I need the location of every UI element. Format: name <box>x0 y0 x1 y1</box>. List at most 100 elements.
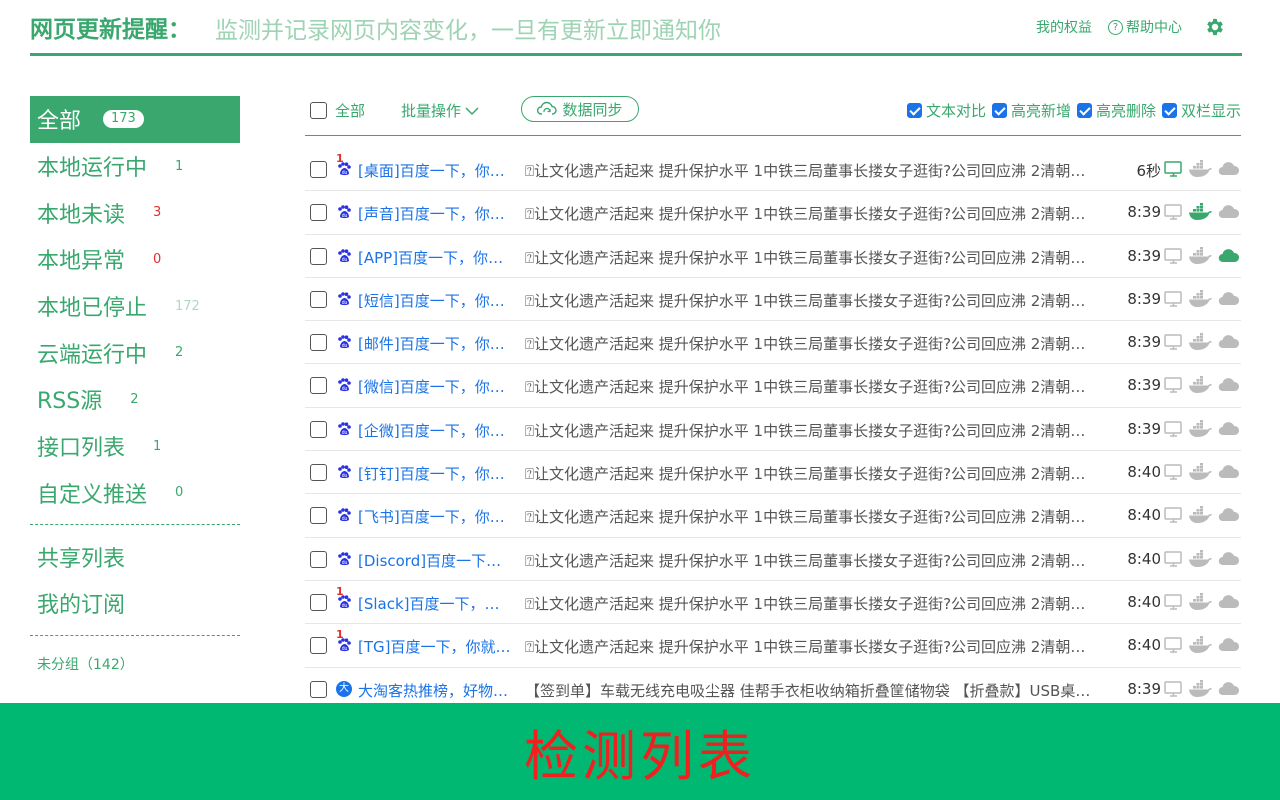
docker-icon[interactable] <box>1188 376 1214 394</box>
row-checkbox[interactable] <box>310 464 327 481</box>
sidebar-item-local-running[interactable]: 本地运行中 1 <box>30 143 240 190</box>
sidebar-item-cloud-running[interactable]: 云端运行中 2 <box>30 329 240 376</box>
list-item[interactable]: du [短信]百度一下，你就知道 ⍰让文化遗产活起来 提升保护水平 1中铁三局董… <box>305 278 1241 321</box>
monitor-icon[interactable] <box>1163 160 1185 178</box>
docker-icon[interactable] <box>1188 247 1214 265</box>
row-title[interactable]: [钉钉]百度一下，你就知道 <box>358 463 512 484</box>
cloud-icon[interactable] <box>1217 420 1241 438</box>
two-column-checkbox[interactable] <box>1162 103 1177 118</box>
docker-icon[interactable] <box>1188 463 1214 481</box>
option-highlight-removed[interactable]: 高亮删除 <box>1077 100 1156 121</box>
monitor-icon[interactable] <box>1163 203 1185 221</box>
sidebar-item-rss[interactable]: RSS源 2 <box>30 376 240 423</box>
row-checkbox[interactable] <box>310 637 327 654</box>
row-title[interactable]: [TG]百度一下，你就知道 <box>358 636 512 657</box>
cloud-icon[interactable] <box>1217 333 1241 351</box>
docker-icon[interactable] <box>1188 160 1214 178</box>
monitor-icon[interactable] <box>1163 333 1185 351</box>
text-compare-checkbox[interactable] <box>907 103 922 118</box>
row-title[interactable]: [APP]百度一下，你就知道 <box>358 247 512 268</box>
row-checkbox[interactable] <box>310 681 327 698</box>
row-checkbox[interactable] <box>310 161 327 178</box>
monitor-icon[interactable] <box>1163 247 1185 265</box>
sidebar-group-ungrouped[interactable]: 未分组（142） <box>30 644 240 684</box>
monitor-icon[interactable] <box>1163 550 1185 568</box>
list-item[interactable]: du [邮件]百度一下，你就知道 ⍰让文化遗产活起来 提升保护水平 1中铁三局董… <box>305 321 1241 364</box>
gear-icon[interactable] <box>1204 16 1226 38</box>
sidebar-item-local-unread[interactable]: 本地未读 3 <box>30 189 240 236</box>
row-title[interactable]: [邮件]百度一下，你就知道 <box>358 333 512 354</box>
sidebar-item-custom-push[interactable]: 自定义推送 0 <box>30 470 240 517</box>
list-item[interactable]: du 1 [TG]百度一下，你就知道 ⍰让文化遗产活起来 提升保护水平 1中铁三… <box>305 624 1241 667</box>
docker-icon[interactable] <box>1188 203 1214 221</box>
sidebar-item-shared-list[interactable]: 共享列表 <box>30 533 240 580</box>
monitor-icon[interactable] <box>1163 636 1185 654</box>
row-title[interactable]: [声音]百度一下，你就知道 <box>358 203 512 224</box>
row-checkbox[interactable] <box>310 421 327 438</box>
row-checkbox[interactable] <box>310 551 327 568</box>
option-highlight-added[interactable]: 高亮新增 <box>992 100 1071 121</box>
list-item[interactable]: du [APP]百度一下，你就知道 ⍰让文化遗产活起来 提升保护水平 1中铁三局… <box>305 235 1241 278</box>
cloud-icon[interactable] <box>1217 160 1241 178</box>
row-checkbox[interactable] <box>310 594 327 611</box>
row-checkbox[interactable] <box>310 377 327 394</box>
monitor-icon[interactable] <box>1163 420 1185 438</box>
cloud-icon[interactable] <box>1217 680 1241 698</box>
option-two-column[interactable]: 双栏显示 <box>1162 100 1241 121</box>
data-sync-button[interactable]: 数据同步 <box>521 96 639 122</box>
monitor-icon[interactable] <box>1163 506 1185 524</box>
docker-icon[interactable] <box>1188 420 1214 438</box>
help-center-link[interactable]: ? 帮助中心 <box>1108 17 1182 37</box>
docker-icon[interactable] <box>1188 506 1214 524</box>
list-item[interactable]: du [声音]百度一下，你就知道 ⍰让文化遗产活起来 提升保护水平 1中铁三局董… <box>305 191 1241 234</box>
list-item[interactable]: du [微信]百度一下，你就知道 ⍰让文化遗产活起来 提升保护水平 1中铁三局董… <box>305 364 1241 407</box>
row-title[interactable]: [Slack]百度一下，你就知道 <box>358 593 512 614</box>
row-title[interactable]: 大淘客热推榜，好物推荐 <box>358 680 512 701</box>
docker-icon[interactable] <box>1188 636 1214 654</box>
row-title[interactable]: [短信]百度一下，你就知道 <box>358 290 512 311</box>
cloud-icon[interactable] <box>1217 203 1241 221</box>
list-item[interactable]: du 1 [桌面]百度一下，你就知道 ⍰让文化遗产活起来 提升保护水平 1中铁三… <box>305 148 1241 191</box>
cloud-icon[interactable] <box>1217 376 1241 394</box>
row-title[interactable]: [企微]百度一下，你就知道 <box>358 420 512 441</box>
row-checkbox[interactable] <box>310 248 327 265</box>
row-title[interactable]: [飞书]百度一下，你就知道 <box>358 506 512 527</box>
select-all[interactable]: 全部 <box>310 100 365 121</box>
cloud-icon[interactable] <box>1217 290 1241 308</box>
monitor-icon[interactable] <box>1163 463 1185 481</box>
rights-link[interactable]: 我的权益 <box>1036 17 1092 37</box>
highlight-removed-checkbox[interactable] <box>1077 103 1092 118</box>
cloud-icon[interactable] <box>1217 506 1241 524</box>
list-item[interactable]: du [飞书]百度一下，你就知道 ⍰让文化遗产活起来 提升保护水平 1中铁三局董… <box>305 494 1241 537</box>
row-checkbox[interactable] <box>310 291 327 308</box>
row-checkbox[interactable] <box>310 507 327 524</box>
highlight-added-checkbox[interactable] <box>992 103 1007 118</box>
monitor-icon[interactable] <box>1163 593 1185 611</box>
monitor-icon[interactable] <box>1163 290 1185 308</box>
sidebar-item-my-subscriptions[interactable]: 我的订阅 <box>30 580 240 627</box>
sidebar-item-api-list[interactable]: 接口列表 1 <box>30 423 240 470</box>
monitor-icon[interactable] <box>1163 376 1185 394</box>
row-checkbox[interactable] <box>310 204 327 221</box>
batch-actions-dropdown[interactable]: 批量操作 <box>401 100 479 121</box>
monitor-icon[interactable] <box>1163 680 1185 698</box>
list-item[interactable]: du [企微]百度一下，你就知道 ⍰让文化遗产活起来 提升保护水平 1中铁三局董… <box>305 408 1241 451</box>
docker-icon[interactable] <box>1188 550 1214 568</box>
list-item[interactable]: du [Discord]百度一下，你就知道 ⍰让文化遗产活起来 提升保护水平 1… <box>305 538 1241 581</box>
list-item[interactable]: du 1 [Slack]百度一下，你就知道 ⍰让文化遗产活起来 提升保护水平 1… <box>305 581 1241 624</box>
select-all-checkbox[interactable] <box>310 102 327 119</box>
cloud-icon[interactable] <box>1217 636 1241 654</box>
cloud-icon[interactable] <box>1217 247 1241 265</box>
cloud-icon[interactable] <box>1217 550 1241 568</box>
sidebar-item-all[interactable]: 全部 173 <box>30 96 240 143</box>
sidebar-item-local-stopped[interactable]: 本地已停止 172 <box>30 283 240 330</box>
cloud-icon[interactable] <box>1217 463 1241 481</box>
row-title[interactable]: [Discord]百度一下，你就知道 <box>358 550 512 571</box>
list-item[interactable]: du [钉钉]百度一下，你就知道 ⍰让文化遗产活起来 提升保护水平 1中铁三局董… <box>305 451 1241 494</box>
docker-icon[interactable] <box>1188 290 1214 308</box>
row-title[interactable]: [微信]百度一下，你就知道 <box>358 376 512 397</box>
docker-icon[interactable] <box>1188 680 1214 698</box>
option-text-compare[interactable]: 文本对比 <box>907 100 986 121</box>
row-checkbox[interactable] <box>310 334 327 351</box>
row-title[interactable]: [桌面]百度一下，你就知道 <box>358 160 512 181</box>
